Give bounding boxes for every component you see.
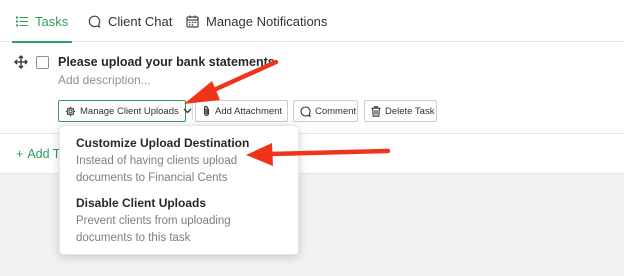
tab-tasks[interactable]: Tasks [11,0,73,43]
gear-icon [65,106,76,117]
button-label: Manage Client Uploads [80,105,179,117]
comment-icon [300,105,311,117]
add-attachment-button[interactable]: Add Attachment [195,100,288,122]
menu-item-description: Prevent clients from uploading documents… [76,215,231,244]
calendar-icon [186,15,199,28]
task-title[interactable]: Please upload your bank statements [58,55,275,69]
tab-bar: Tasks Client Chat Manage Notifications [0,0,624,43]
plus-icon: + [16,147,24,161]
menu-item-description: Instead of having clients upload documen… [76,155,238,184]
menu-item-title: Disable Client Uploads [76,196,207,210]
button-label: Comment [315,105,357,117]
manage-client-uploads-button[interactable]: Manage Client Uploads [58,100,192,122]
chat-bubble-icon [88,15,101,28]
task-checkbox[interactable] [36,56,49,69]
delete-task-button[interactable]: Delete Task [364,100,437,122]
button-label: Delete Task [385,105,435,117]
divider [192,102,193,120]
list-icon [16,16,28,27]
drag-move-icon[interactable] [14,55,28,74]
add-task-label: Add T [27,147,61,161]
task-description-field[interactable]: Add description... [58,73,151,87]
tab-label: Tasks [35,13,69,29]
button-label: Add Attachment [215,105,283,117]
task-row: Please upload your bank statements Add d… [0,42,624,134]
paperclip-icon [202,105,211,117]
menu-item-title: Customize Upload Destination [76,136,250,150]
trash-icon [371,105,381,117]
tab-label: Manage Notifications [206,13,328,29]
menu-item-disable-client-uploads[interactable]: Disable Client Uploads Prevent clients f… [76,196,276,247]
tab-label: Client Chat [108,13,173,29]
tab-manage-notifications[interactable]: Manage Notifications [186,0,327,42]
tab-client-chat[interactable]: Client Chat [88,0,172,42]
manage-uploads-dropdown-menu: Customize Upload Destination Instead of … [59,125,299,255]
comment-button[interactable]: Comment [293,100,358,122]
add-task-link[interactable]: + Add T [16,147,60,161]
chevron-down-icon [183,108,192,114]
menu-item-customize-upload-destination[interactable]: Customize Upload Destination Instead of … [76,136,276,187]
